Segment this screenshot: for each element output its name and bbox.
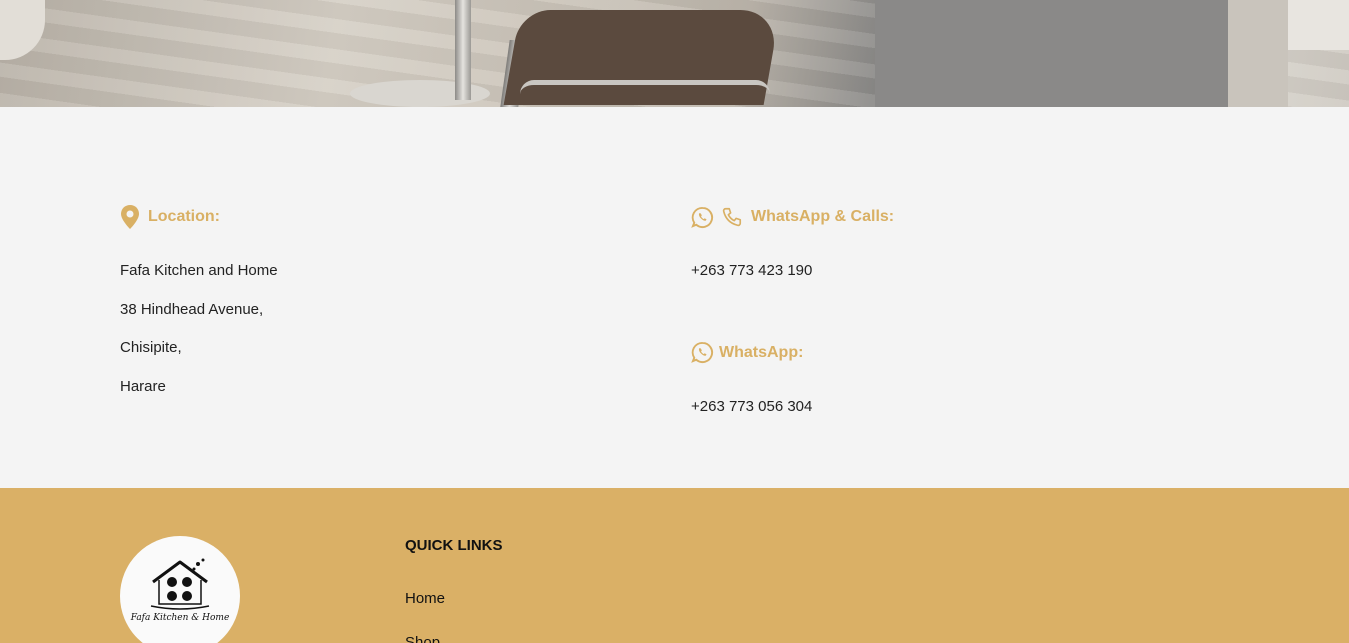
address-line: Harare bbox=[120, 377, 166, 395]
address-line: Chisipite, bbox=[120, 339, 182, 356]
whatsapp-calls-label: WhatsApp & Calls: bbox=[751, 208, 895, 225]
whatsapp-calls-number[interactable]: +263 773 423 190 bbox=[691, 252, 894, 291]
brand-logo[interactable]: Fafa Kitchen & Home bbox=[120, 536, 240, 643]
location-heading: Location: bbox=[120, 204, 278, 230]
map-pin-icon bbox=[120, 204, 140, 230]
address-line: Fafa Kitchen and Home bbox=[120, 262, 278, 279]
whatsapp-calls-block: WhatsApp & Calls: +263 773 423 190 Whats… bbox=[691, 204, 894, 426]
footer: Fafa Kitchen & Home QUICK LINKS Home Sho… bbox=[0, 488, 1349, 643]
address-line: 38 Hindhead Avenue, bbox=[120, 300, 264, 318]
location-block: Location: Fafa Kitchen and Home 38 Hindh… bbox=[120, 204, 278, 406]
location-label: Location: bbox=[148, 208, 220, 225]
quick-link-shop[interactable]: Shop bbox=[405, 634, 440, 643]
quick-links-title: QUICK LINKS bbox=[405, 537, 503, 554]
whatsapp-label: WhatsApp: bbox=[719, 343, 804, 361]
whatsapp-number[interactable]: +263 773 056 304 bbox=[691, 388, 894, 427]
quick-link-home[interactable]: Home bbox=[405, 590, 445, 607]
hero-image bbox=[0, 0, 1349, 107]
whatsapp-icon bbox=[691, 206, 714, 229]
logo-text: Fafa Kitchen & Home bbox=[130, 613, 230, 623]
phone-icon bbox=[721, 206, 743, 228]
contact-section: Location: Fafa Kitchen and Home 38 Hindh… bbox=[0, 107, 1349, 488]
whatsapp-calls-heading: WhatsApp & Calls: bbox=[691, 204, 894, 230]
whatsapp-heading: WhatsApp: bbox=[691, 340, 894, 366]
whatsapp-icon bbox=[691, 341, 714, 364]
house-logo-icon bbox=[150, 558, 210, 610]
